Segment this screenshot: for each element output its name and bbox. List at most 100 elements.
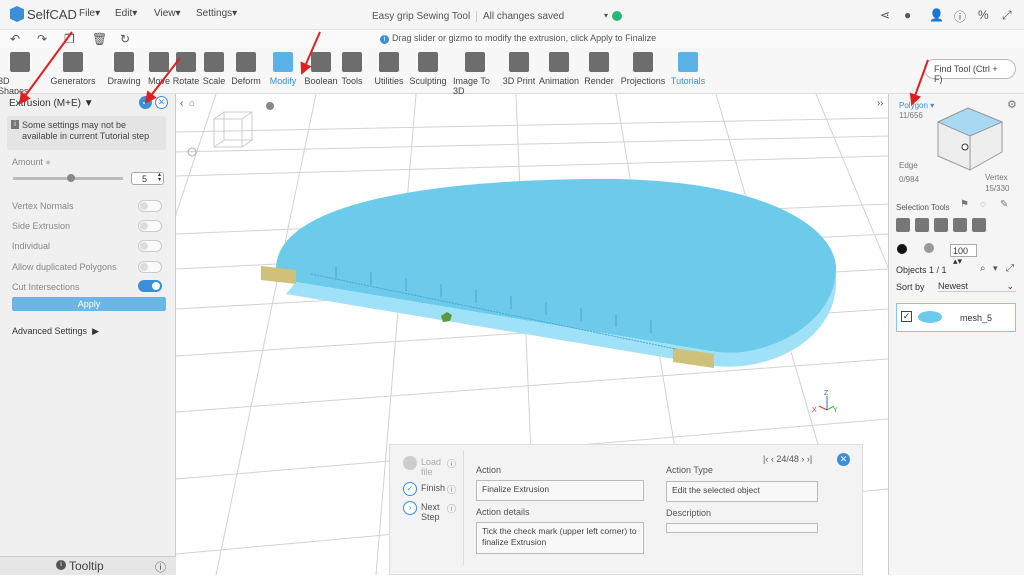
load-file-info-icon[interactable]: ⓘ xyxy=(447,457,456,470)
vertex-mode[interactable]: Vertex xyxy=(985,173,1008,182)
advanced-settings[interactable]: Advanced Settings ▶ xyxy=(12,326,99,337)
scale-icon xyxy=(204,52,224,72)
select-connected-icon[interactable] xyxy=(934,218,948,232)
axis-gizmo-icon: X Y Z xyxy=(812,390,838,414)
menu-settings[interactable]: Settings▾ xyxy=(196,8,237,19)
find-tool-input[interactable]: Find Tool (Ctrl + F) xyxy=(924,59,1016,84)
info-icon[interactable]: ⓘ xyxy=(155,559,166,575)
tool-label: Modify xyxy=(269,76,297,86)
tutorial-close-icon[interactable]: ✕ xyxy=(837,453,850,466)
selfcad-logo: SelfCAD xyxy=(10,6,77,22)
projection-icon xyxy=(633,52,653,72)
undo-icon[interactable]: ↶ xyxy=(10,32,20,46)
tool-utilities[interactable]: Utilities xyxy=(367,52,411,86)
tool-label: Utilities xyxy=(374,76,404,86)
lasso-icon[interactable]: ◌ xyxy=(980,199,986,210)
selection-tool-row xyxy=(896,218,986,232)
vertex-count: 15/330 xyxy=(985,184,1010,193)
tutorial-pager[interactable]: |‹ ‹ 24/48 › ›| xyxy=(763,454,812,464)
view-cube-icon[interactable] xyxy=(213,111,253,148)
slider-handle[interactable] xyxy=(67,174,75,182)
menu-edit[interactable]: Edit▾ xyxy=(115,8,137,19)
chevron-down-icon[interactable]: ▾ xyxy=(604,11,608,20)
edge-count: 0/984 xyxy=(899,175,920,184)
info-icon[interactable]: ⓘ xyxy=(954,8,966,25)
select-all-icon[interactable] xyxy=(915,218,929,232)
selection-cube-icon[interactable] xyxy=(930,100,1008,174)
camera-icon[interactable] xyxy=(266,102,274,110)
render-icon xyxy=(589,52,609,72)
animation-icon xyxy=(549,52,569,72)
tool-3d-shapes[interactable]: 3D Shapes xyxy=(0,52,42,96)
gear-icon[interactable]: ⚙ xyxy=(1007,98,1017,111)
paint-icon[interactable]: ✎ xyxy=(1000,199,1008,210)
boolean-icon xyxy=(311,52,331,72)
tool-label: 3D Print xyxy=(502,76,536,86)
fullscreen-icon[interactable]: ⤢ xyxy=(1002,8,1012,23)
object-list-item[interactable] xyxy=(896,303,1016,332)
amount-input[interactable]: 5 ▴ ▾ xyxy=(131,172,164,185)
copy-icon[interactable]: ❐ xyxy=(64,32,75,46)
collapse-right-panel-icon[interactable]: › xyxy=(877,98,880,109)
hint-info-icon: i xyxy=(380,35,389,44)
pen-icon xyxy=(114,52,134,72)
trash-icon[interactable]: 🗑 xyxy=(92,32,107,46)
vertex-normals-toggle[interactable] xyxy=(138,200,162,212)
collapse-right-icon[interactable]: › xyxy=(880,98,883,109)
next-step-info-icon[interactable]: ⓘ xyxy=(447,502,456,515)
individual-label: Individual xyxy=(12,241,51,251)
close-icon[interactable]: ✕ xyxy=(155,96,168,109)
brush-percent-input[interactable]: 100 ▴▾ xyxy=(950,244,977,266)
object-visibility-checkbox[interactable]: ✓ xyxy=(901,311,912,322)
user-icon[interactable]: 👤 xyxy=(929,8,944,22)
home-icon[interactable]: ⌂ xyxy=(189,98,195,109)
tutorial-warning: i Some settings may not be available in c… xyxy=(7,116,166,150)
expand-icon[interactable]: ⤢ xyxy=(1006,263,1014,274)
object-name[interactable]: mesh_5 xyxy=(960,313,992,323)
brush-size-icon[interactable] xyxy=(897,244,907,254)
percent-icon[interactable]: % xyxy=(978,8,989,22)
tool-projections[interactable]: Projections xyxy=(621,52,665,86)
project-title[interactable]: Easy grip Sewing Tool xyxy=(372,11,470,22)
tool-image-to-3d[interactable]: Image To 3D xyxy=(453,52,497,96)
tool-tutorials[interactable]: Tutorials xyxy=(666,52,710,86)
select-box-icon[interactable] xyxy=(972,218,986,232)
flag-icon[interactable]: ⚑ xyxy=(960,199,969,210)
tool-3d-print[interactable]: 3D Print xyxy=(497,52,541,86)
tool-label: 3D Shapes xyxy=(0,76,29,96)
refresh-icon[interactable]: ↻ xyxy=(120,32,130,46)
share-icon[interactable]: ⋖ xyxy=(880,8,890,22)
polygon-mode[interactable]: Polygon ▾ xyxy=(899,101,934,110)
tooltip-bar[interactable]: i Tooltip ⓘ xyxy=(0,556,176,575)
tool-render[interactable]: Render xyxy=(577,52,621,86)
side-extrusion-toggle[interactable] xyxy=(138,220,162,232)
edge-mode[interactable]: Edge xyxy=(899,161,918,170)
polygon-count: 11/656 xyxy=(899,111,923,120)
allow-duplicated-label: Allow duplicated Polygons xyxy=(12,262,117,272)
select-face-icon[interactable] xyxy=(896,218,910,232)
select-sphere-icon[interactable] xyxy=(953,218,967,232)
confirm-button[interactable]: ✓ xyxy=(139,96,152,109)
modify-icon xyxy=(273,52,293,72)
finish-info-icon[interactable]: ⓘ xyxy=(447,483,456,496)
next-step-icon[interactable]: › xyxy=(403,501,417,515)
tutorial-icon xyxy=(678,52,698,72)
panel-header: Extrusion (M+E) ▼ xyxy=(9,98,94,109)
search-icon[interactable]: ⌕ xyxy=(980,263,986,274)
filter-icon[interactable]: ▾ xyxy=(993,263,998,274)
apply-button[interactable]: Apply xyxy=(12,297,166,311)
sort-select[interactable]: Newest ⌄ xyxy=(938,281,1016,292)
individual-toggle[interactable] xyxy=(138,240,162,252)
redo-icon[interactable]: ↷ xyxy=(37,32,47,46)
tool-animation[interactable]: Animation xyxy=(537,52,581,86)
cut-intersections-toggle[interactable] xyxy=(138,280,162,292)
tool-generators[interactable]: Generators xyxy=(50,52,96,86)
menu-file[interactable]: File▾ xyxy=(79,8,100,19)
collapse-left-icon[interactable]: ‹ xyxy=(180,98,183,109)
menu-view[interactable]: View▾ xyxy=(154,8,181,19)
next-step[interactable]: Next Step xyxy=(421,502,441,522)
tool-sculpting[interactable]: Sculpting xyxy=(406,52,450,86)
bell-icon[interactable]: ● xyxy=(904,8,911,22)
allow-duplicated-toggle[interactable] xyxy=(138,261,162,273)
brush-pattern-icon[interactable] xyxy=(924,243,934,253)
